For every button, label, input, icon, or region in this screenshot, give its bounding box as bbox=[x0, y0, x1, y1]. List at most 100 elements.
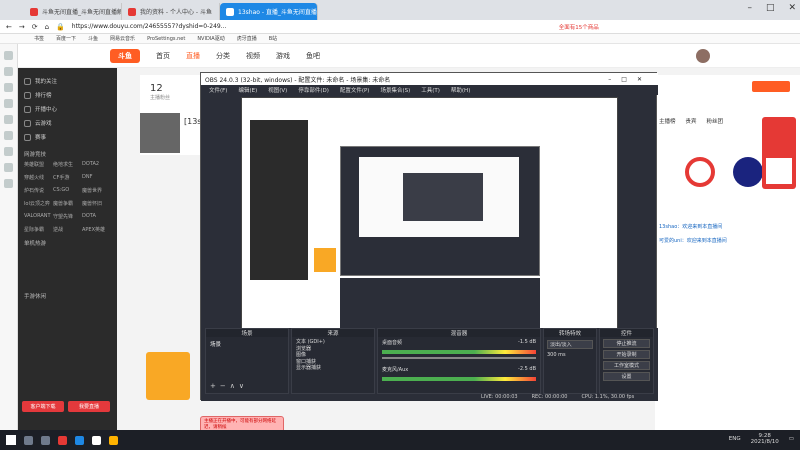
game-link[interactable]: DOTA bbox=[82, 213, 111, 220]
forward-icon[interactable]: → bbox=[19, 23, 25, 31]
game-link[interactable]: 英雄联盟 bbox=[24, 161, 53, 168]
game-icon[interactable] bbox=[4, 131, 13, 140]
obs-menu-item[interactable]: 文件(F) bbox=[209, 86, 227, 94]
settings-button[interactable]: 设置 bbox=[603, 372, 650, 381]
windows-start-icon[interactable] bbox=[6, 435, 16, 445]
bookmark-item[interactable]: NVIDIA驱动 bbox=[197, 35, 224, 42]
url-input[interactable]: https://www.douyu.com/24655557?dyshid=0-… bbox=[72, 23, 552, 30]
scene-controls[interactable]: +−∧∨ bbox=[210, 382, 248, 390]
game-link[interactable]: 魔兽世界 bbox=[82, 187, 111, 194]
studio-mode-button[interactable]: 工作室模式 bbox=[603, 361, 650, 370]
sidebar-item-cloud[interactable]: 云游戏 bbox=[18, 116, 117, 130]
game-link[interactable]: VALORANT bbox=[24, 213, 53, 220]
more-icon[interactable] bbox=[4, 179, 13, 188]
folder-icon[interactable] bbox=[109, 435, 118, 445]
transitions-dock: 转场特效 淡出/淡入 300 ms bbox=[543, 328, 597, 394]
nav-yuba[interactable]: 鱼吧 bbox=[306, 51, 320, 61]
favorites-icon[interactable] bbox=[4, 51, 13, 60]
refresh-icon[interactable]: ⟳ bbox=[32, 23, 38, 31]
search-hint[interactable]: 全面有15个商品 bbox=[559, 23, 599, 31]
obs-menu-item[interactable]: 视图(V) bbox=[268, 86, 287, 94]
tab-fans[interactable]: 粉丝团 bbox=[707, 117, 724, 125]
start-live-button[interactable]: 我要直播 bbox=[68, 401, 110, 412]
game-link[interactable]: 炉石传说 bbox=[24, 187, 53, 194]
obs-menu-item[interactable]: 帮助(H) bbox=[451, 86, 470, 94]
nav-category[interactable]: 分类 bbox=[216, 51, 230, 61]
pc-client-badge[interactable] bbox=[752, 81, 790, 92]
game-link[interactable]: lol云顶之弈 bbox=[24, 200, 53, 207]
game-link[interactable]: 魔兽怀旧 bbox=[82, 200, 111, 207]
transition-select[interactable]: 淡出/淡入 bbox=[547, 340, 593, 349]
history-icon[interactable] bbox=[4, 67, 13, 76]
bookmark-item[interactable]: 网易云音乐 bbox=[110, 35, 135, 42]
transition-duration[interactable]: 300 ms bbox=[547, 352, 593, 358]
source-item[interactable]: 显示器捕获 bbox=[296, 365, 370, 372]
close-icon[interactable]: ✕ bbox=[788, 3, 796, 13]
browser-app-icon[interactable] bbox=[75, 435, 84, 445]
game-link[interactable]: 穿越火线 bbox=[24, 174, 53, 181]
nav-games[interactable]: 游戏 bbox=[276, 51, 290, 61]
game-link[interactable]: DOTA2 bbox=[82, 161, 111, 168]
obs-menu-item[interactable]: 工具(T) bbox=[421, 86, 440, 94]
promo-thumbnail[interactable] bbox=[146, 352, 190, 400]
game-link[interactable]: APEX英雄 bbox=[82, 226, 111, 233]
download-icon[interactable] bbox=[4, 83, 13, 92]
tab-anchor-rank[interactable]: 主播榜 bbox=[659, 117, 676, 125]
sidebar-item-follow[interactable]: 我的关注 bbox=[18, 74, 117, 88]
game-link[interactable]: 绝地求生 bbox=[53, 161, 82, 168]
scene-item[interactable]: 场景 bbox=[206, 337, 288, 351]
nav-home[interactable]: 首页 bbox=[156, 51, 170, 61]
obs-app-icon[interactable] bbox=[92, 435, 101, 445]
volume-slider[interactable] bbox=[382, 357, 536, 359]
douyu-app-icon[interactable] bbox=[58, 435, 67, 445]
client-download-button[interactable]: 客户端下载 bbox=[22, 401, 64, 412]
weibo-icon[interactable] bbox=[4, 99, 13, 108]
home-icon[interactable]: ⌂ bbox=[45, 23, 49, 31]
obs-menu-item[interactable]: 配置文件(P) bbox=[340, 86, 370, 94]
app-icon[interactable] bbox=[4, 147, 13, 156]
browser-tab[interactable]: 我的资料 - 个人中心 - 斗鱼 bbox=[122, 3, 220, 20]
mail-icon[interactable] bbox=[4, 115, 13, 124]
promo-banner[interactable] bbox=[762, 117, 796, 189]
start-recording-button[interactable]: 开始录制 bbox=[603, 350, 650, 359]
input-lang[interactable]: ENG bbox=[729, 436, 741, 442]
minimize-icon[interactable]: – bbox=[747, 3, 752, 13]
game-link[interactable]: CF手游 bbox=[53, 174, 82, 181]
browser-tab-active[interactable]: 13shao - 直播_斗鱼无间直播_斗鱼 bbox=[220, 3, 318, 20]
maximize-icon[interactable]: □ bbox=[766, 3, 775, 13]
bookmark-item[interactable]: 书签 bbox=[34, 35, 44, 42]
bookmark-item[interactable]: B站 bbox=[269, 35, 277, 42]
obs-menu-item[interactable]: 场景集合(S) bbox=[380, 86, 410, 94]
obs-window-controls[interactable]: –□✕ bbox=[608, 76, 652, 83]
sources-dock: 来源 文本 (GDI+) 浏览器 图像 窗口捕获 显示器捕获 bbox=[291, 328, 375, 394]
sidebar-item-match[interactable]: 赛事 bbox=[18, 130, 117, 144]
sidebar-item-rank[interactable]: 排行榜 bbox=[18, 88, 117, 102]
bookmark-item[interactable]: 虎牙直播 bbox=[237, 35, 257, 42]
bookmark-item[interactable]: 斗鱼 bbox=[88, 35, 98, 42]
browser-tab[interactable]: 斗鱼无间直播_斗鱼无间直播解说视频 bbox=[24, 3, 122, 20]
obs-menu-item[interactable]: 编辑(E) bbox=[238, 86, 257, 94]
tab-vip[interactable]: 贵宾 bbox=[686, 117, 697, 125]
game-link[interactable]: DNF bbox=[82, 174, 111, 181]
shop-icon[interactable] bbox=[4, 163, 13, 172]
game-link[interactable]: 星际争霸 bbox=[24, 226, 53, 233]
douyu-logo[interactable]: 斗鱼 bbox=[110, 48, 140, 63]
sidebar-item-center[interactable]: 开播中心 bbox=[18, 102, 117, 116]
taskview-icon[interactable] bbox=[41, 435, 50, 445]
game-link[interactable]: 魔兽争霸 bbox=[53, 200, 82, 207]
nav-video[interactable]: 视频 bbox=[246, 51, 260, 61]
stop-streaming-button[interactable]: 停止推流 bbox=[603, 339, 650, 348]
mixer-channel-name: 麦克风/Aux bbox=[382, 367, 409, 373]
notification-icon[interactable]: ▭ bbox=[789, 436, 794, 442]
bookmark-item[interactable]: ProSettings.net bbox=[147, 36, 185, 42]
nav-live[interactable]: 直播 bbox=[186, 51, 200, 61]
obs-menu-item[interactable]: 停靠部件(D) bbox=[298, 86, 329, 94]
search-icon[interactable] bbox=[24, 435, 33, 445]
game-link[interactable]: CS:GO bbox=[53, 187, 82, 194]
game-link[interactable]: 守望先锋 bbox=[53, 213, 82, 220]
back-icon[interactable]: ← bbox=[6, 23, 12, 31]
avatar[interactable] bbox=[696, 48, 710, 63]
bookmark-item[interactable]: 百度一下 bbox=[56, 35, 76, 42]
streamer-avatar[interactable] bbox=[140, 113, 180, 153]
game-link[interactable]: 逆战 bbox=[53, 226, 82, 233]
